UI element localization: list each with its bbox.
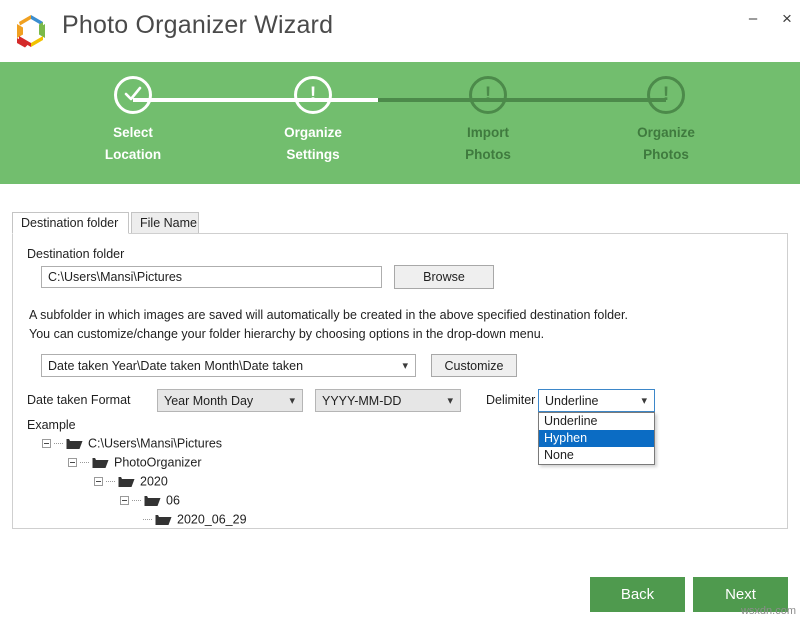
browse-button[interactable]: Browse (394, 265, 494, 289)
wizard-stepper: Select Location ! Organize Settings ! Im… (0, 62, 800, 184)
customize-button[interactable]: Customize (431, 354, 517, 377)
date-order-value: Year Month Day (164, 394, 254, 408)
exclamation-icon: ! (469, 76, 507, 114)
stepper-glyph-4: ! (662, 84, 670, 105)
back-button[interactable]: Back (590, 577, 685, 612)
tree-line (132, 500, 141, 502)
destination-folder-label: Destination folder (27, 247, 125, 261)
tree-node-0-label: C:\Users\Mansi\Pictures (88, 436, 223, 451)
expander-collapse-icon[interactable] (68, 458, 77, 468)
stepper-label-2-line1: Organize (284, 125, 342, 140)
tree-node-2[interactable]: 2020 (94, 474, 168, 492)
example-label: Example (27, 418, 76, 432)
exclamation-icon: ! (647, 76, 685, 114)
date-order-combo[interactable]: Year Month Day ▾ (157, 389, 303, 412)
tree-line (54, 443, 63, 445)
tree-node-4[interactable]: 2020_06_29 (130, 512, 247, 530)
stepper-label-2-line2: Settings (286, 147, 340, 162)
minimize-button[interactable]: – (738, 6, 768, 32)
destination-folder-input[interactable] (41, 266, 382, 288)
tree-node-1[interactable]: PhotoOrganizer (68, 455, 202, 473)
tree-node-1-label: PhotoOrganizer (114, 455, 202, 470)
stepper-label-4: Organize Photos (586, 122, 746, 166)
chevron-down-icon: ▾ (447, 395, 453, 407)
delimiter-dropdown-list[interactable]: Underline Hyphen None (538, 412, 655, 465)
tree-node-3-label: 06 (166, 493, 180, 508)
date-pattern-value: YYYY-MM-DD (322, 394, 402, 408)
tab-strip: Destination folder File Name (12, 212, 788, 234)
tree-line (80, 462, 89, 464)
title-bar: Photo Organizer Wizard – × (0, 0, 800, 62)
stepper-label-3-line1: Import (467, 125, 509, 140)
folder-icon (66, 439, 83, 450)
stepper-label-1-line1: Select (113, 125, 153, 140)
folder-hierarchy-combo[interactable]: Date taken Year\Date taken Month\Date ta… (41, 354, 416, 377)
expander-collapse-icon[interactable] (94, 477, 103, 487)
page-title: Photo Organizer Wizard (62, 11, 334, 39)
tree-node-3[interactable]: 06 (120, 493, 180, 511)
tree-node-0[interactable]: C:\Users\Mansi\Pictures (42, 436, 222, 454)
tree-node-4-label: 2020_06_29 (177, 512, 247, 527)
watermark: wsxdn.com (740, 605, 796, 617)
delimiter-option-underline[interactable]: Underline (539, 413, 654, 430)
delimiter-combo[interactable]: Underline ▾ (538, 389, 655, 412)
date-pattern-combo[interactable]: YYYY-MM-DD ▾ (315, 389, 461, 412)
app-logo-icon (12, 12, 50, 50)
check-icon (114, 76, 152, 114)
delimiter-label: Delimiter (486, 393, 536, 407)
delimiter-option-none[interactable]: None (539, 447, 654, 464)
tree-line (143, 519, 152, 521)
tree-line (106, 481, 115, 483)
stepper-label-1-line2: Location (104, 147, 162, 162)
date-taken-format-label: Date taken Format (27, 393, 131, 407)
chevron-down-icon: ▾ (402, 360, 408, 372)
stepper-label-2: Organize Settings (233, 122, 393, 166)
stepper-label-4-line1: Organize (637, 125, 695, 140)
chevron-down-icon: ▾ (289, 395, 295, 407)
expander-collapse-icon[interactable] (120, 496, 129, 506)
delimiter-option-hyphen[interactable]: Hyphen (539, 430, 654, 447)
stepper-step-organize-photos[interactable]: ! Organize Photos (586, 76, 746, 166)
stepper-glyph-3: ! (484, 84, 492, 105)
close-button[interactable]: × (772, 6, 800, 32)
expander-collapse-icon[interactable] (42, 439, 51, 449)
delimiter-value: Underline (545, 394, 599, 408)
stepper-label-3: Import Photos (408, 122, 568, 166)
tab-file-name[interactable]: File Name (131, 212, 199, 234)
exclamation-icon: ! (294, 76, 332, 114)
stepper-step-import-photos[interactable]: ! Import Photos (408, 76, 568, 166)
stepper-label-4-line2: Photos (643, 147, 689, 162)
folder-hierarchy-value: Date taken Year\Date taken Month\Date ta… (48, 359, 304, 373)
folder-icon (155, 515, 172, 526)
stepper-step-select-location[interactable]: Select Location (53, 76, 213, 166)
chevron-down-icon: ▾ (641, 395, 647, 407)
folder-icon (118, 477, 135, 488)
folder-icon (92, 458, 109, 469)
stepper-step-organize-settings[interactable]: ! Organize Settings (233, 76, 393, 166)
tree-node-2-label: 2020 (140, 474, 168, 489)
check-glyph (124, 86, 142, 101)
stepper-label-3-line2: Photos (465, 147, 511, 162)
folder-icon (144, 496, 161, 507)
hierarchy-description: A subfolder in which images are saved wi… (29, 308, 628, 341)
tab-destination-folder[interactable]: Destination folder (12, 212, 129, 234)
stepper-label-1: Select Location (53, 122, 213, 166)
stepper-glyph-2: ! (309, 84, 317, 105)
